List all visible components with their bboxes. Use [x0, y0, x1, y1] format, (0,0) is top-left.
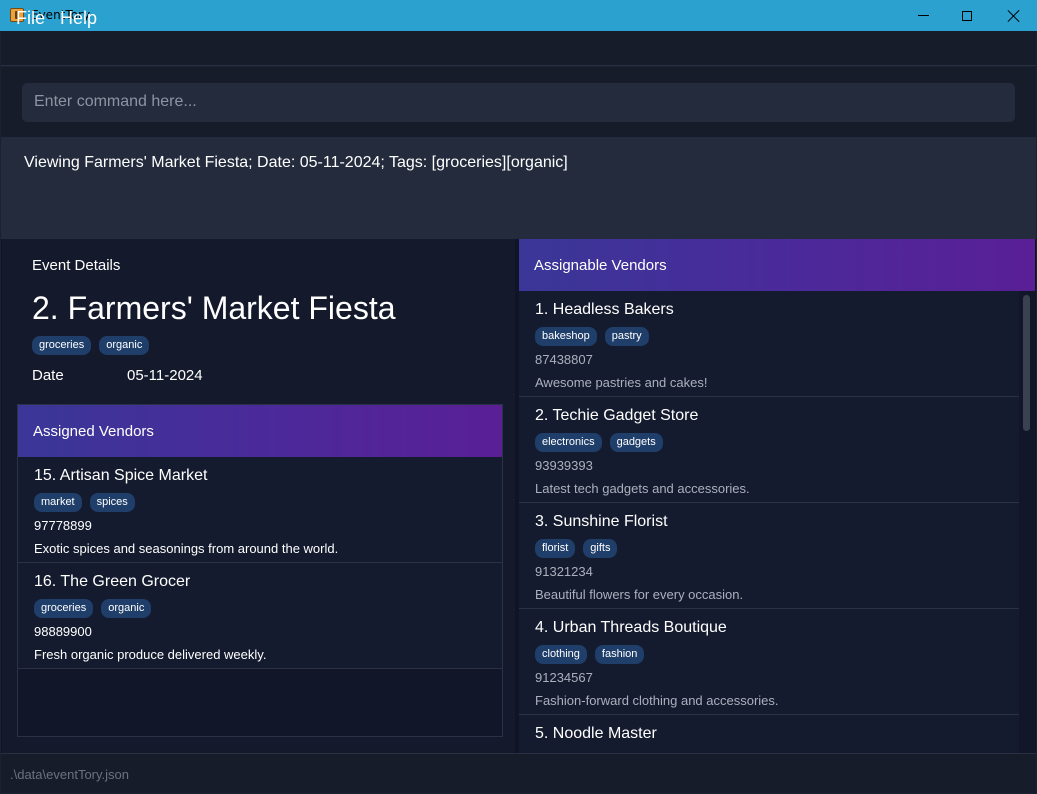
vendor-description: Awesome pastries and cakes! [535, 375, 708, 390]
command-input[interactable]: Enter command here... [22, 83, 1015, 122]
tag: groceries [34, 599, 94, 618]
maximize-button[interactable] [944, 0, 990, 31]
date-value: 05-11-2024 [127, 367, 203, 384]
list-item[interactable]: 2. Techie Gadget Store electronics gadge… [519, 397, 1019, 503]
menu-help[interactable]: Help [60, 8, 97, 29]
vendor-phone: 87438807 [535, 352, 593, 367]
event-tags: groceries organic [32, 336, 150, 355]
assigned-vendors-header: Assigned Vendors [18, 405, 502, 457]
vendor-description: Beautiful flowers for every occasion. [535, 587, 744, 602]
tag: bakeshop [535, 327, 597, 346]
tag: organic [101, 599, 152, 618]
list-item[interactable]: 1. Headless Bakers bakeshop pastry 87438… [519, 291, 1019, 397]
vendor-phone: 91321234 [535, 564, 593, 579]
vendor-tags: electronics gadgets [535, 433, 663, 452]
tag: florist [535, 539, 576, 558]
vendor-description: Fashion-forward clothing and accessories… [535, 693, 779, 708]
vendor-tags: groceries organic [34, 599, 152, 618]
vendor-name: 1. Headless Bakers [535, 301, 674, 318]
result-display [1, 137, 1036, 239]
vendor-name: 2. Techie Gadget Store [535, 407, 699, 424]
list-item[interactable]: 16. The Green Grocer groceries organic 9… [18, 563, 502, 669]
menu-bar [1, 31, 1036, 66]
assignable-vendors-header: Assignable Vendors [519, 239, 1035, 291]
vendor-tags: clothing fashion [535, 645, 645, 664]
vendor-tags: market spices [34, 493, 135, 512]
minimize-button[interactable] [900, 0, 946, 31]
vendor-name: 5. Noodle Master [535, 725, 657, 742]
tag: spices [89, 493, 135, 512]
vendor-phone: 98889900 [34, 624, 92, 639]
vendor-name: 4. Urban Threads Boutique [535, 619, 727, 636]
vendor-description: Exotic spices and seasonings from around… [34, 541, 339, 556]
event-details-heading: Event Details [32, 257, 121, 274]
tag: electronics [535, 433, 602, 452]
title-bar: EventTory [0, 0, 1037, 31]
scrollbar[interactable] [1023, 295, 1030, 431]
minimize-icon [917, 15, 929, 16]
vendor-tags: florist gifts [535, 539, 618, 558]
close-button[interactable] [991, 0, 1037, 31]
vendor-phone: 97778899 [34, 518, 92, 533]
status-file-path: .\data\eventTory.json [10, 767, 129, 782]
vendor-phone: 93939393 [535, 458, 593, 473]
list-item[interactable]: 5. Noodle Master [519, 715, 1019, 753]
date-label: Date [32, 367, 64, 384]
assignable-vendors-list: 1. Headless Bakers bakeshop pastry 87438… [519, 291, 1035, 753]
vendor-name: 15. Artisan Spice Market [34, 467, 208, 484]
vendor-description: Fresh organic produce delivered weekly. [34, 647, 267, 662]
vendor-description: Latest tech gadgets and accessories. [535, 481, 750, 496]
status-bar [1, 753, 1036, 793]
tag: pastry [604, 327, 649, 346]
vendor-tags: bakeshop pastry [535, 327, 649, 346]
tag: fashion [594, 645, 645, 664]
tag: gadgets [609, 433, 663, 452]
list-item[interactable]: 3. Sunshine Florist florist gifts 913212… [519, 503, 1019, 609]
tag: gifts [583, 539, 618, 558]
menu-file[interactable]: File [16, 8, 45, 29]
event-name: 2. Farmers' Market Fiesta [32, 290, 396, 326]
result-text: Viewing Farmers' Market Fiesta; Date: 05… [24, 154, 568, 171]
tag: clothing [535, 645, 587, 664]
list-item[interactable]: 15. Artisan Spice Market market spices 9… [18, 457, 502, 563]
list-item[interactable]: 4. Urban Threads Boutique clothing fashi… [519, 609, 1019, 715]
vendor-phone: 91234567 [535, 670, 593, 685]
close-icon [1008, 10, 1020, 22]
tag: market [34, 493, 82, 512]
maximize-icon [962, 10, 972, 21]
vendor-name: 3. Sunshine Florist [535, 513, 668, 530]
vendor-name: 16. The Green Grocer [34, 573, 191, 590]
tag: groceries [32, 336, 92, 355]
tag: organic [99, 336, 150, 355]
